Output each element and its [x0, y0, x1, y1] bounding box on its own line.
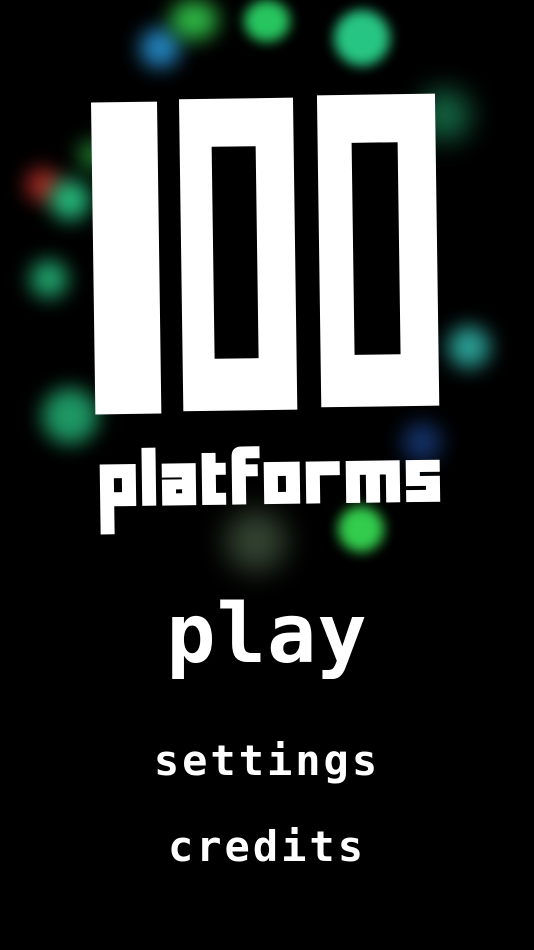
particle — [30, 260, 68, 298]
particle — [170, 0, 218, 40]
particle — [334, 10, 390, 66]
logo-subtitle: platforms — [95, 429, 457, 544]
particle — [50, 180, 90, 220]
subtitle-graphic: platforms — [99, 446, 441, 535]
logo-number-text: 100 — [85, 92, 87, 94]
particle — [448, 326, 490, 368]
title-screen: 100 platforms play settings credits — [0, 0, 534, 950]
particle — [244, 0, 290, 42]
credits-button[interactable]: credits — [0, 826, 534, 868]
settings-button[interactable]: settings — [0, 740, 534, 782]
play-button[interactable]: play — [0, 594, 534, 676]
particle — [140, 28, 180, 68]
